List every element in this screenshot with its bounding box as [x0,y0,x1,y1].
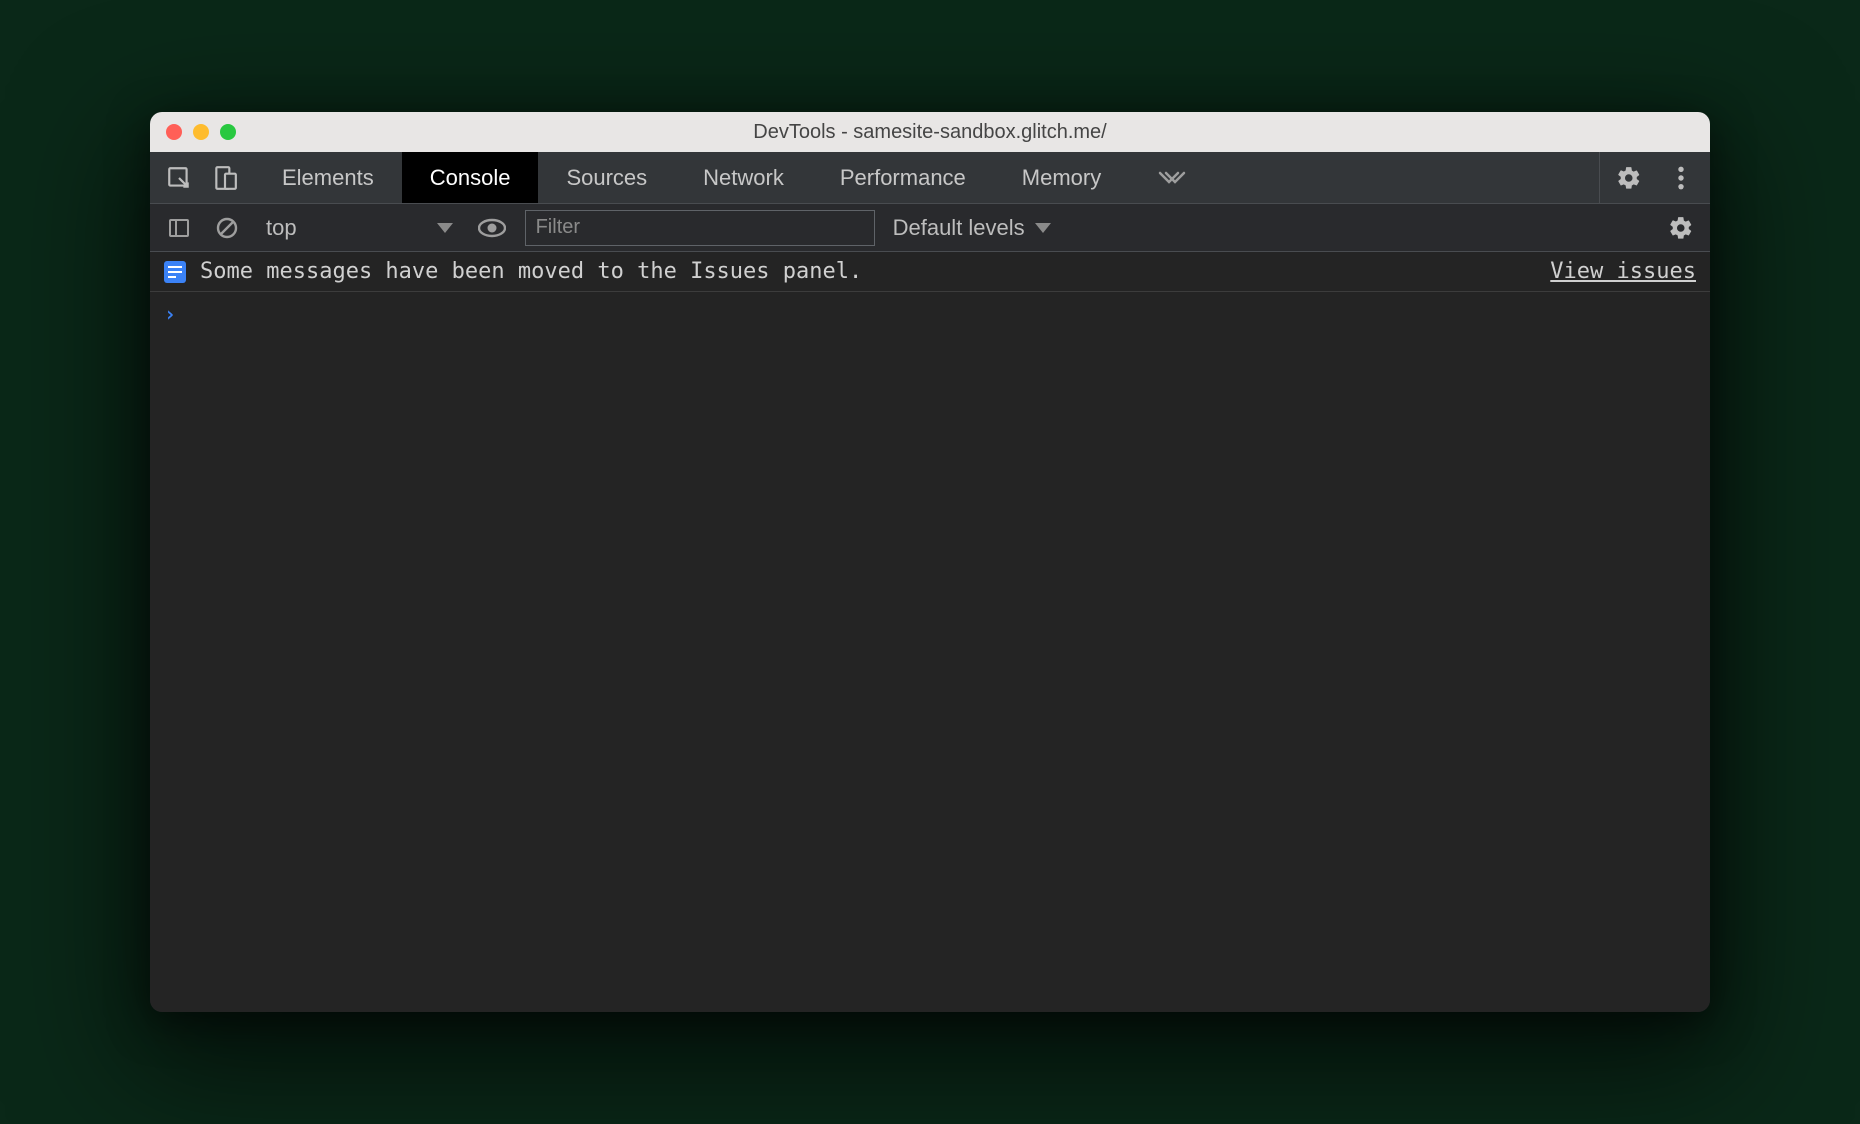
device-toolbar-icon[interactable] [210,163,240,193]
view-issues-link[interactable]: View issues [1550,259,1696,284]
devtools-tabs: Elements Console Sources Network Perform… [254,152,1217,203]
tab-performance[interactable]: Performance [812,152,994,203]
toggle-console-sidebar-icon[interactable] [164,213,194,243]
tab-elements[interactable]: Elements [254,152,402,203]
minimize-window-button[interactable] [193,124,209,140]
console-toolbar: top Default levels [150,204,1710,252]
console-prompt: › [164,302,176,326]
console-filter-input[interactable] [525,210,875,246]
execution-context-selector[interactable]: top [260,215,459,241]
chevron-down-icon [1035,223,1051,233]
inspect-element-icon[interactable] [164,163,194,193]
console-output-area[interactable]: › [150,292,1710,1012]
traffic-lights [150,124,236,140]
log-levels-selector[interactable]: Default levels [893,215,1051,241]
tab-console[interactable]: Console [402,152,539,203]
clear-console-icon[interactable] [212,213,242,243]
devtools-window: DevTools - samesite-sandbox.glitch.me/ E… [150,112,1710,1012]
window-titlebar: DevTools - samesite-sandbox.glitch.me/ [150,112,1710,152]
execution-context-label: top [266,215,297,241]
tab-network[interactable]: Network [675,152,812,203]
more-options-icon[interactable] [1666,163,1696,193]
live-expression-icon[interactable] [477,213,507,243]
chevron-down-icon [437,223,453,233]
window-title: DevTools - samesite-sandbox.glitch.me/ [150,121,1710,144]
issues-icon [164,261,186,283]
tab-memory[interactable]: Memory [994,152,1129,203]
issues-message: Some messages have been moved to the Iss… [200,259,862,284]
issues-notification-bar: Some messages have been moved to the Iss… [150,252,1710,292]
settings-icon[interactable] [1614,163,1644,193]
close-window-button[interactable] [166,124,182,140]
devtools-tab-strip: Elements Console Sources Network Perform… [150,152,1710,204]
maximize-window-button[interactable] [220,124,236,140]
more-tabs-button[interactable] [1129,152,1217,203]
log-levels-label: Default levels [893,215,1025,241]
console-settings-icon[interactable] [1666,213,1696,243]
tab-strip-left-icons [150,152,254,203]
tab-sources[interactable]: Sources [538,152,675,203]
